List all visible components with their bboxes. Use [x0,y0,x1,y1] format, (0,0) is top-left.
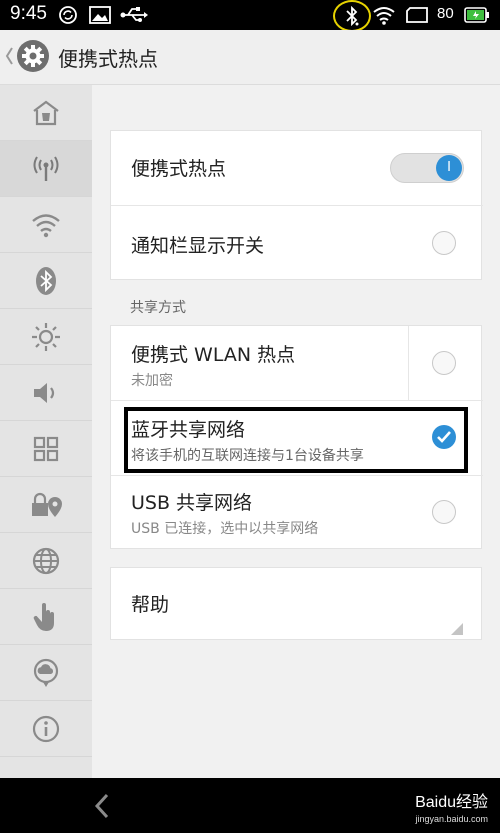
image-icon [89,5,111,29]
section-label-share-method: 共享方式 [130,300,186,316]
wifi-icon [372,5,396,29]
sidebar-item-cloud[interactable] [0,645,92,701]
hotspot-icon [33,155,59,181]
info-icon [32,715,60,742]
hotspot-row[interactable]: 便携式热点 I [111,131,483,206]
sidebar-item-wifi[interactable] [0,197,92,253]
globe-icon [32,547,60,574]
watermark-text: Baidu经验 [415,794,488,811]
sidebar-item-gestures[interactable] [0,589,92,645]
notify-label: 通知栏显示开关 [131,235,265,257]
status-time: 9:45 [10,3,47,24]
usb-subtitle: USB 已连接，选中以共享网络 [131,521,319,537]
wifi-icon [32,213,60,237]
back-chevron-icon[interactable] [4,44,14,72]
sidebar-item-brightness[interactable] [0,309,92,365]
help-label: 帮助 [131,594,170,616]
notify-checkbox[interactable] [432,231,456,255]
sidebar-item-security-location[interactable] [0,477,92,533]
annotation-highlight-box [124,407,468,473]
cloud-chat-icon [33,658,59,687]
nav-bar: Baidu经验 jingyan.baidu.com [0,778,500,833]
sidebar [0,85,92,778]
divider [408,326,409,401]
brightness-icon [32,322,60,351]
battery-icon [464,6,490,28]
sidebar-item-bluetooth[interactable] [0,253,92,309]
sidebar-item-home[interactable] [0,85,92,141]
sidebar-item-hotspot[interactable] [0,141,92,197]
sync-icon [58,5,78,29]
share-item-wlan[interactable]: 便携式 WLAN 热点 未加密 [111,326,483,401]
hotspot-card: 便携式热点 I 通知栏显示开关 [110,130,483,281]
battery-level: 80 [437,5,454,22]
back-arrow-icon[interactable] [92,792,112,824]
wlan-radio[interactable] [432,351,456,375]
bluetooth-icon [344,5,360,30]
corner-arrow-icon [451,623,463,635]
watermark: Baidu经验 jingyan.baidu.com [415,788,488,824]
sound-icon [34,382,55,403]
hotspot-label: 便携式热点 [131,158,227,180]
notify-row[interactable]: 通知栏显示开关 [111,206,483,281]
toggle-knob: I [436,155,462,181]
sidebar-item-apps[interactable] [0,421,92,477]
usb-icon [120,5,148,29]
share-item-usb[interactable]: USB 共享网络 USB 已连接，选中以共享网络 [111,476,483,550]
usb-title: USB 共享网络 [131,492,253,514]
page-title: 便携式热点 [58,47,158,71]
sidebar-item-sound[interactable] [0,365,92,421]
wlan-title: 便携式 WLAN 热点 [131,344,296,366]
bluetooth-icon [36,266,56,295]
wlan-subtitle: 未加密 [131,373,173,389]
app-header: 便携式热点 [0,30,500,85]
watermark-url: jingyan.baidu.com [415,814,488,824]
usb-radio[interactable] [432,500,456,524]
apps-grid-icon [33,436,59,461]
status-bar: 9:45 80 [0,0,500,32]
hotspot-toggle[interactable]: I [390,153,464,183]
lock-location-icon [32,492,62,517]
home-icon [33,100,59,125]
hand-icon [33,602,54,631]
help-card[interactable]: 帮助 [110,567,482,640]
tablet-icon [405,5,429,29]
sidebar-item-about[interactable] [0,701,92,757]
settings-gear-icon [16,39,50,77]
sidebar-item-language[interactable] [0,533,92,589]
